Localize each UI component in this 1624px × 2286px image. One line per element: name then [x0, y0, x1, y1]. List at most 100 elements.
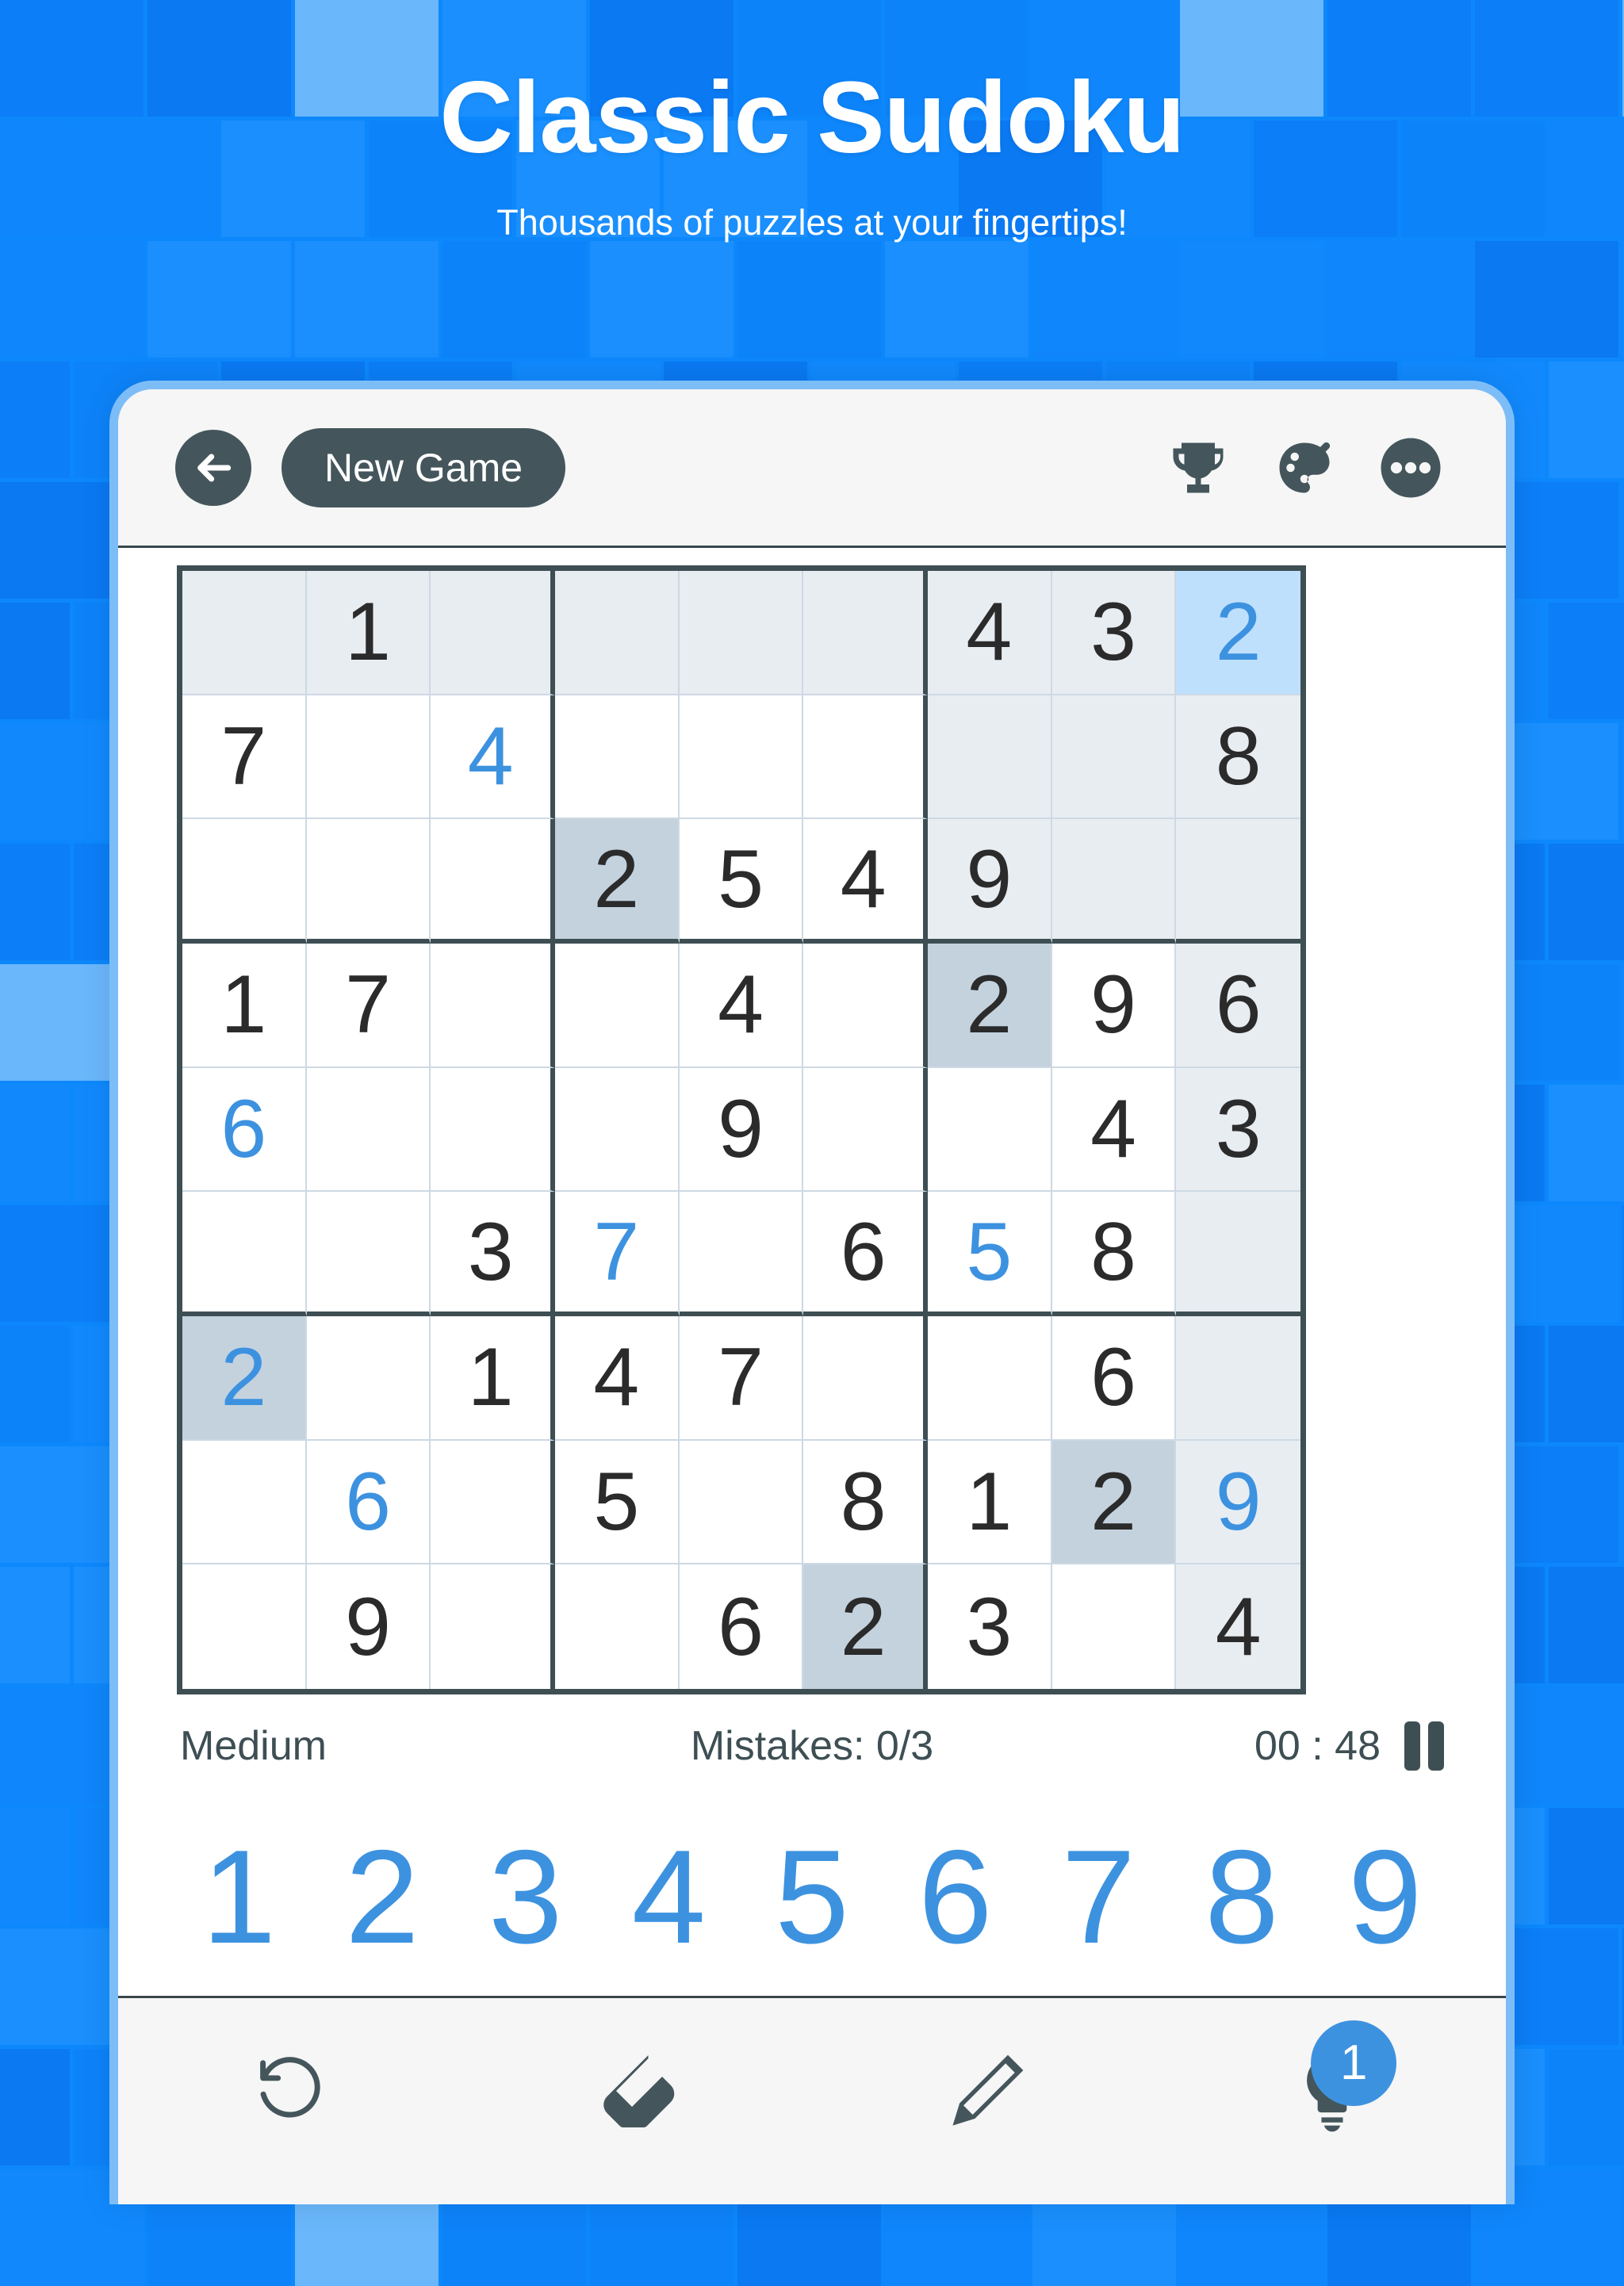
- sudoku-cell-r5c9[interactable]: 3: [1176, 1067, 1300, 1193]
- numpad-key-3[interactable]: 3: [454, 1830, 597, 1963]
- sudoku-cell-r2c9[interactable]: 8: [1176, 695, 1300, 820]
- sudoku-cell-r8c3[interactable]: [431, 1440, 555, 1565]
- sudoku-cell-r9c7[interactable]: 3: [928, 1564, 1052, 1689]
- sudoku-cell-r1c1[interactable]: [182, 571, 307, 695]
- sudoku-cell-r7c1[interactable]: 2: [182, 1316, 307, 1441]
- sudoku-cell-r2c5[interactable]: [679, 695, 804, 820]
- sudoku-cell-r6c9[interactable]: [1176, 1192, 1300, 1316]
- numpad-key-9[interactable]: 9: [1313, 1830, 1457, 1963]
- sudoku-cell-r4c2[interactable]: 7: [306, 944, 431, 1068]
- sudoku-cell-r1c5[interactable]: [679, 571, 804, 695]
- sudoku-cell-r1c6[interactable]: [803, 571, 928, 695]
- sudoku-cell-r3c9[interactable]: [1176, 819, 1300, 944]
- sudoku-cell-r6c4[interactable]: 7: [555, 1192, 680, 1316]
- sudoku-cell-r6c7[interactable]: 5: [928, 1192, 1052, 1316]
- sudoku-cell-r1c8[interactable]: 3: [1051, 571, 1177, 695]
- sudoku-cell-r5c1[interactable]: 6: [182, 1067, 307, 1193]
- sudoku-cell-r1c9[interactable]: 2: [1176, 571, 1300, 695]
- pause-button[interactable]: [1404, 1721, 1444, 1771]
- sudoku-cell-r5c3[interactable]: [431, 1067, 555, 1193]
- numpad-key-5[interactable]: 5: [741, 1830, 884, 1963]
- sudoku-cell-r1c2[interactable]: 1: [306, 571, 431, 695]
- sudoku-cell-r5c7[interactable]: [928, 1067, 1052, 1193]
- sudoku-cell-r3c7[interactable]: 9: [928, 819, 1052, 944]
- back-button[interactable]: [175, 429, 251, 506]
- sudoku-cell-r1c3[interactable]: [431, 571, 555, 695]
- sudoku-cell-r3c5[interactable]: 5: [679, 819, 804, 944]
- sudoku-cell-r3c4[interactable]: 2: [555, 819, 680, 944]
- sudoku-cell-r7c5[interactable]: 7: [679, 1316, 804, 1441]
- numpad-key-7[interactable]: 7: [1027, 1830, 1170, 1963]
- sudoku-cell-r3c3[interactable]: [431, 819, 555, 944]
- sudoku-cell-r8c4[interactable]: 5: [555, 1440, 680, 1565]
- sudoku-cell-r4c4[interactable]: [555, 944, 680, 1068]
- sudoku-cell-r4c9[interactable]: 6: [1176, 944, 1300, 1068]
- sudoku-cell-r3c2[interactable]: [306, 819, 431, 944]
- hint-button[interactable]: 1: [1265, 2020, 1400, 2160]
- sudoku-cell-r7c8[interactable]: 6: [1051, 1316, 1177, 1441]
- sudoku-cell-r2c4[interactable]: [555, 695, 680, 820]
- trophy-button[interactable]: [1160, 430, 1236, 506]
- sudoku-cell-r4c5[interactable]: 4: [679, 944, 804, 1068]
- number-pad[interactable]: 123456789: [118, 1798, 1506, 1996]
- numpad-key-4[interactable]: 4: [597, 1830, 741, 1963]
- sudoku-cell-r3c8[interactable]: [1051, 819, 1177, 944]
- sudoku-cell-r8c7[interactable]: 1: [928, 1440, 1052, 1565]
- sudoku-cell-r6c6[interactable]: 6: [803, 1192, 928, 1316]
- sudoku-cell-r2c1[interactable]: 7: [182, 695, 307, 820]
- numpad-key-6[interactable]: 6: [883, 1830, 1027, 1963]
- sudoku-cell-r9c2[interactable]: 9: [306, 1564, 431, 1689]
- sudoku-cell-r6c5[interactable]: [679, 1192, 804, 1316]
- sudoku-cell-r8c9[interactable]: 9: [1176, 1440, 1300, 1565]
- sudoku-cell-r4c7[interactable]: 2: [928, 944, 1052, 1068]
- sudoku-cell-r8c8[interactable]: 2: [1051, 1440, 1177, 1565]
- sudoku-cell-r9c8[interactable]: [1051, 1564, 1177, 1689]
- sudoku-cell-r4c6[interactable]: [803, 944, 928, 1068]
- sudoku-cell-r7c6[interactable]: [803, 1316, 928, 1441]
- sudoku-cell-r6c3[interactable]: 3: [431, 1192, 555, 1316]
- sudoku-cell-r5c2[interactable]: [306, 1067, 431, 1193]
- sudoku-cell-r1c7[interactable]: 4: [928, 571, 1052, 695]
- sudoku-cell-r8c6[interactable]: 8: [803, 1440, 928, 1565]
- undo-button[interactable]: [224, 2025, 359, 2160]
- pencil-notes-button[interactable]: [918, 2025, 1053, 2160]
- sudoku-cell-r2c2[interactable]: [306, 695, 431, 820]
- sudoku-cell-r2c6[interactable]: [803, 695, 928, 820]
- sudoku-cell-r6c2[interactable]: [306, 1192, 431, 1316]
- sudoku-cell-r7c9[interactable]: [1176, 1316, 1300, 1441]
- sudoku-cell-r4c8[interactable]: 9: [1051, 944, 1177, 1068]
- sudoku-cell-r9c1[interactable]: [182, 1564, 307, 1689]
- sudoku-cell-r4c1[interactable]: 1: [182, 944, 307, 1068]
- sudoku-cell-r3c6[interactable]: 4: [803, 819, 928, 944]
- sudoku-grid[interactable]: 1432748254917429669433765821476658129962…: [177, 565, 1306, 1694]
- sudoku-cell-r6c8[interactable]: 8: [1051, 1192, 1177, 1316]
- sudoku-cell-r8c2[interactable]: 6: [306, 1440, 431, 1565]
- sudoku-cell-r1c4[interactable]: [555, 571, 680, 695]
- sudoku-cell-r2c3[interactable]: 4: [431, 695, 555, 820]
- sudoku-cell-r5c5[interactable]: 9: [679, 1067, 804, 1193]
- sudoku-cell-r5c8[interactable]: 4: [1051, 1067, 1177, 1193]
- sudoku-cell-r8c1[interactable]: [182, 1440, 307, 1565]
- sudoku-cell-r3c1[interactable]: [182, 819, 307, 944]
- sudoku-cell-r2c7[interactable]: [928, 695, 1052, 820]
- more-options-button[interactable]: [1373, 430, 1449, 506]
- sudoku-cell-r4c3[interactable]: [431, 944, 555, 1068]
- sudoku-cell-r9c9[interactable]: 4: [1176, 1564, 1300, 1689]
- sudoku-cell-r7c2[interactable]: [306, 1316, 431, 1441]
- sudoku-cell-r5c6[interactable]: [803, 1067, 928, 1193]
- numpad-key-2[interactable]: 2: [311, 1830, 454, 1963]
- sudoku-cell-r5c4[interactable]: [555, 1067, 680, 1193]
- sudoku-cell-r9c4[interactable]: [555, 1564, 680, 1689]
- eraser-button[interactable]: [571, 2025, 706, 2160]
- sudoku-cell-r2c8[interactable]: [1051, 695, 1177, 820]
- sudoku-cell-r9c6[interactable]: 2: [803, 1564, 928, 1689]
- sudoku-cell-r9c3[interactable]: [431, 1564, 555, 1689]
- sudoku-cell-r7c7[interactable]: [928, 1316, 1052, 1441]
- numpad-key-8[interactable]: 8: [1170, 1830, 1314, 1963]
- sudoku-cell-r7c4[interactable]: 4: [555, 1316, 680, 1441]
- sudoku-cell-r9c5[interactable]: 6: [679, 1564, 804, 1689]
- numpad-key-1[interactable]: 1: [167, 1830, 311, 1963]
- sudoku-cell-r8c5[interactable]: [679, 1440, 804, 1565]
- new-game-button[interactable]: New Game: [282, 427, 566, 507]
- sudoku-cell-r7c3[interactable]: 1: [431, 1316, 555, 1441]
